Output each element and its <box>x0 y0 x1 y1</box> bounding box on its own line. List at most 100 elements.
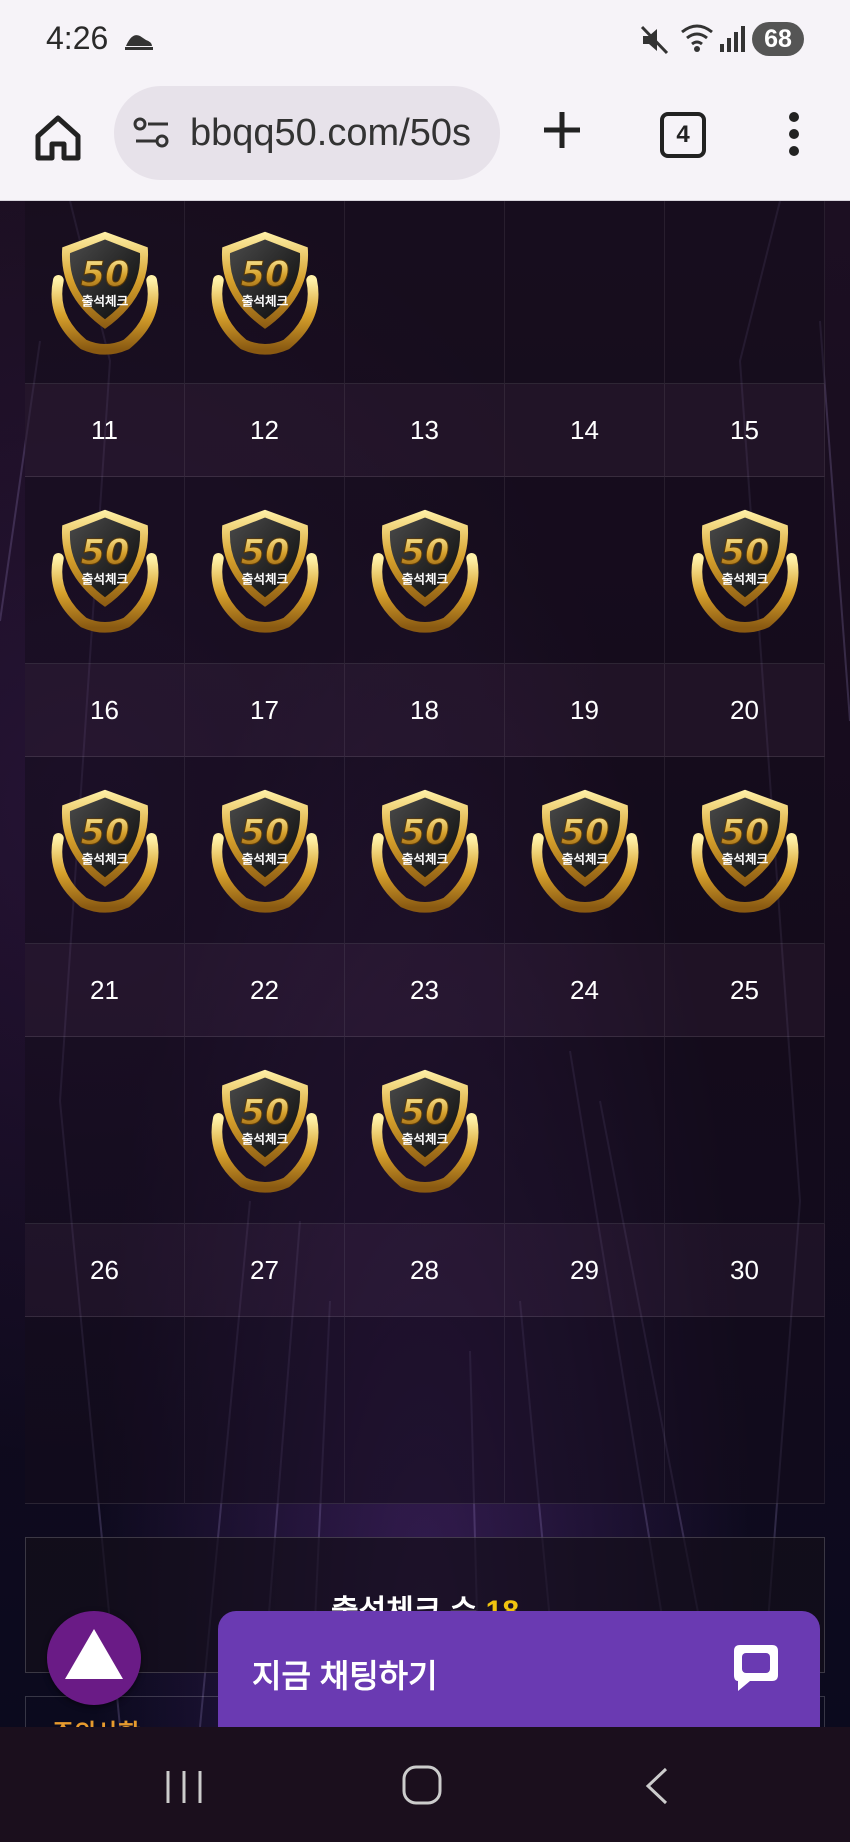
scroll-to-top-button[interactable] <box>47 1611 141 1705</box>
attendance-badge-icon: 50 출석체크 <box>51 789 158 913</box>
day-number: 23 <box>345 944 505 1037</box>
attendance-page: 50 출석체크 50 출석체크 11 12 13 14 15 50 출석체크 5… <box>0 201 850 1727</box>
system-nav-bar <box>0 1727 850 1842</box>
svg-text:50: 50 <box>720 813 769 853</box>
svg-text:출석체크: 출석체크 <box>241 572 288 587</box>
day-number: 12 <box>185 384 345 477</box>
attendance-badge-icon: 50 출석체크 <box>531 789 638 913</box>
day-number: 26 <box>25 1224 185 1317</box>
day-number: 15 <box>665 384 825 477</box>
day-stamp-cell <box>665 201 825 384</box>
svg-text:50: 50 <box>240 255 289 295</box>
attendance-badge-icon: 50 출석체크 <box>691 509 798 633</box>
svg-text:50: 50 <box>240 1093 289 1133</box>
day-number: 30 <box>665 1224 825 1317</box>
day-number: 29 <box>505 1224 665 1317</box>
back-nav-icon[interactable] <box>640 1765 676 1807</box>
day-stamp-cell <box>665 1317 825 1504</box>
day-number: 19 <box>505 664 665 757</box>
day-number: 25 <box>665 944 825 1037</box>
svg-text:출석체크: 출석체크 <box>241 1132 288 1147</box>
attendance-badge-icon: 50 출석체크 <box>371 1069 478 1193</box>
tab-switcher-button[interactable]: 4 <box>660 112 706 158</box>
day-number: 14 <box>505 384 665 477</box>
browser-home-icon[interactable] <box>30 110 86 166</box>
url-text[interactable]: bbqq50.com/50s <box>190 112 471 155</box>
svg-text:출석체크: 출석체크 <box>721 572 768 587</box>
day-stamp-cell: 50 출석체크 <box>185 1037 345 1224</box>
more-menu-icon[interactable] <box>784 110 804 158</box>
day-stamp-cell <box>25 1317 185 1504</box>
svg-text:50: 50 <box>80 255 129 295</box>
day-stamp-cell: 50 출석체크 <box>665 757 825 944</box>
address-bar[interactable]: bbqq50.com/50s <box>114 86 500 180</box>
svg-text:50: 50 <box>240 813 289 853</box>
day-stamp-cell: 50 출석체크 <box>185 201 345 384</box>
svg-text:출석체크: 출석체크 <box>721 852 768 867</box>
svg-text:출석체크: 출석체크 <box>401 852 448 867</box>
svg-text:50: 50 <box>720 533 769 573</box>
live-chat-button[interactable]: 지금 채팅하기 <box>218 1611 820 1727</box>
day-stamp-cell: 50 출석체크 <box>665 477 825 664</box>
attendance-badge-icon: 50 출석체크 <box>371 509 478 633</box>
recent-apps-icon[interactable] <box>162 1767 206 1807</box>
chat-label: 지금 채팅하기 <box>252 1658 438 1694</box>
svg-text:50: 50 <box>400 533 449 573</box>
wifi-icon <box>681 24 713 52</box>
site-settings-icon[interactable] <box>132 116 172 150</box>
signal-icon <box>720 26 745 52</box>
day-number: 27 <box>185 1224 345 1317</box>
status-bar: 4:26 68 <box>0 0 850 80</box>
day-stamp-cell <box>505 1037 665 1224</box>
day-stamp-cell <box>345 201 505 384</box>
day-stamp-cell: 50 출석체크 <box>25 201 185 384</box>
day-number: 18 <box>345 664 505 757</box>
day-stamp-cell <box>25 1037 185 1224</box>
svg-text:50: 50 <box>560 813 609 853</box>
attendance-badge-icon: 50 출석체크 <box>371 789 478 913</box>
day-number: 21 <box>25 944 185 1037</box>
day-stamp-cell: 50 출석체크 <box>505 757 665 944</box>
svg-text:출석체크: 출석체크 <box>241 852 288 867</box>
svg-text:출석체크: 출석체크 <box>401 572 448 587</box>
day-number: 24 <box>505 944 665 1037</box>
svg-text:50: 50 <box>400 813 449 853</box>
attendance-badge-icon: 50 출석체크 <box>211 231 318 355</box>
battery-indicator: 68 <box>752 22 804 56</box>
notification-icon <box>125 35 153 50</box>
svg-text:출석체크: 출석체크 <box>561 852 608 867</box>
attendance-badge-icon: 50 출석체크 <box>211 509 318 633</box>
day-stamp-cell <box>665 1037 825 1224</box>
attendance-calendar: 50 출석체크 50 출석체크 11 12 13 14 15 50 출석체크 5… <box>25 201 825 1504</box>
day-stamp-cell: 50 출석체크 <box>345 757 505 944</box>
attendance-badge-icon: 50 출석체크 <box>51 231 158 355</box>
day-stamp-cell <box>505 201 665 384</box>
day-stamp-cell: 50 출석체크 <box>185 757 345 944</box>
day-stamp-cell: 50 출석체크 <box>345 1037 505 1224</box>
browser-toolbar: bbqq50.com/50s 4 <box>0 80 850 201</box>
triangle-up-icon <box>65 1629 123 1679</box>
attendance-badge-icon: 50 출석체크 <box>51 509 158 633</box>
home-nav-icon[interactable] <box>400 1763 444 1807</box>
svg-text:출석체크: 출석체크 <box>81 852 128 867</box>
day-stamp-cell: 50 출석체크 <box>345 477 505 664</box>
svg-text:출석체크: 출석체크 <box>241 294 288 309</box>
svg-text:50: 50 <box>80 533 129 573</box>
day-stamp-cell <box>345 1317 505 1504</box>
attendance-badge-icon: 50 출석체크 <box>211 1069 318 1193</box>
day-stamp-cell: 50 출석체크 <box>25 477 185 664</box>
day-number: 13 <box>345 384 505 477</box>
svg-text:50: 50 <box>400 1093 449 1133</box>
tab-count: 4 <box>676 121 690 148</box>
day-stamp-cell <box>505 477 665 664</box>
new-tab-icon[interactable] <box>538 106 586 154</box>
svg-text:출석체크: 출석체크 <box>81 294 128 309</box>
chat-bubble-icon <box>734 1645 778 1691</box>
mute-icon <box>640 25 669 55</box>
day-number: 11 <box>25 384 185 477</box>
day-number: 22 <box>185 944 345 1037</box>
status-time: 4:26 <box>46 20 109 56</box>
notice-heading: 주의사항 <box>52 1713 140 1727</box>
day-number: 16 <box>25 664 185 757</box>
day-stamp-cell: 50 출석체크 <box>25 757 185 944</box>
